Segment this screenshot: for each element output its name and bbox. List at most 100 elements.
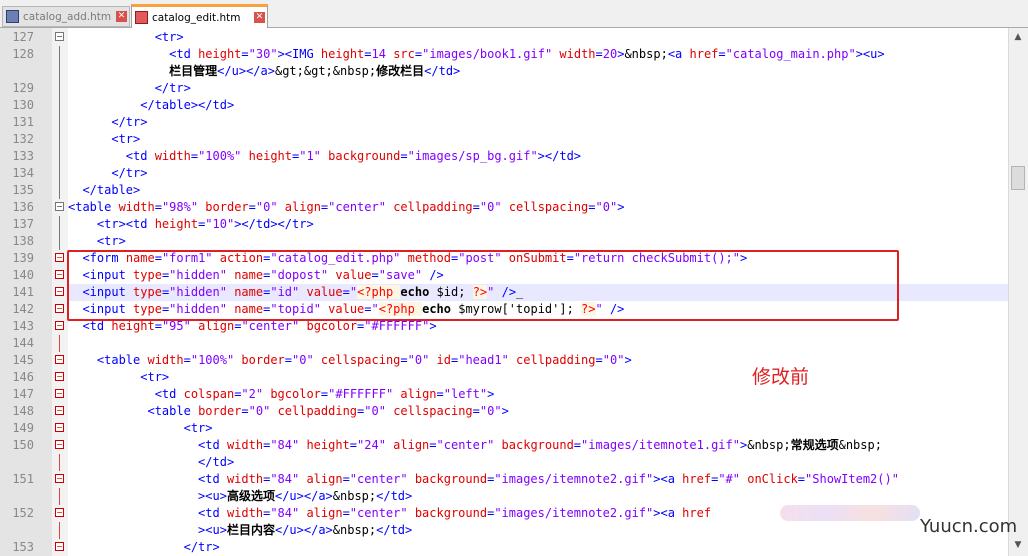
line-number: 144 — [12, 336, 34, 350]
line-number: 137 — [12, 217, 34, 231]
scroll-up-icon[interactable]: ▲ — [1011, 30, 1025, 44]
annotation-label: 修改前 — [752, 366, 810, 388]
fold-guide — [59, 131, 60, 148]
line-number: 143 — [12, 319, 34, 333]
tab-label: catalog_add.htm — [23, 10, 112, 23]
close-icon[interactable]: ✕ — [254, 12, 265, 23]
fold-toggle-icon[interactable]: − — [55, 355, 64, 364]
code-text: <table width="100%" border="0" cellspaci… — [96, 353, 632, 367]
line-number: 142 — [12, 302, 34, 316]
fold-guide — [59, 148, 60, 165]
code-text: <td width="84" height="24" align="center… — [198, 438, 882, 452]
fold-toggle-icon[interactable]: − — [55, 372, 64, 381]
fold-guide — [59, 233, 60, 250]
fold-toggle-icon[interactable]: − — [55, 253, 64, 262]
fold-guide — [59, 522, 60, 539]
line-number: 136 — [12, 200, 34, 214]
code-text: <tr> — [140, 370, 170, 384]
code-text: <tr> — [96, 234, 126, 248]
fold-guide — [59, 46, 60, 63]
line-number: 148 — [12, 404, 34, 418]
tab-catalog-edit[interactable]: catalog_edit.htm ✕ — [131, 4, 268, 28]
blurred-region — [780, 505, 920, 521]
line-number: 151 — [12, 472, 34, 486]
fold-toggle-icon[interactable]: − — [55, 304, 64, 313]
code-text: <td width="84" align="center" background… — [198, 472, 899, 486]
line-number: 150 — [12, 438, 34, 452]
close-icon[interactable]: ✕ — [116, 11, 127, 22]
scroll-down-icon[interactable]: ▼ — [1011, 538, 1025, 552]
fold-toggle-icon[interactable]: − — [55, 287, 64, 296]
line-number: 139 — [12, 251, 34, 265]
code-text: </tr> — [154, 81, 191, 95]
fold-guide — [59, 216, 60, 233]
line-number: 130 — [12, 98, 34, 112]
line-number: 153 — [12, 540, 34, 554]
code-text: </tr> — [111, 115, 148, 129]
watermark: Yuucn.com — [920, 516, 1018, 537]
fold-toggle-icon[interactable]: − — [55, 542, 64, 551]
fold-toggle-icon[interactable]: − — [55, 423, 64, 432]
code-text: <table border="0" cellpadding="0" cellsp… — [147, 404, 509, 418]
line-number: 135 — [12, 183, 34, 197]
line-number: 133 — [12, 149, 34, 163]
code-text: </table></td> — [140, 98, 235, 112]
tab-bar: catalog_add.htm ✕ catalog_edit.htm ✕ — [0, 0, 1028, 28]
code-text: <td width="84" align="center" background… — [198, 506, 712, 520]
file-saved-icon — [6, 10, 19, 23]
code-text: <tr> — [183, 421, 213, 435]
code-text: </td> — [198, 455, 235, 469]
code-text: <td width="100%" height="1" background="… — [125, 149, 582, 163]
code-text: <tr> — [111, 132, 141, 146]
fold-toggle-icon[interactable]: − — [55, 440, 64, 449]
line-number: 138 — [12, 234, 34, 248]
code-text: </tr> — [183, 540, 220, 554]
fold-toggle-icon[interactable]: − — [55, 508, 64, 517]
fold-guide — [59, 80, 60, 97]
fold-toggle-icon[interactable]: − — [55, 406, 64, 415]
file-modified-icon — [135, 11, 148, 24]
fold-guide — [59, 165, 60, 182]
fold-guide — [59, 182, 60, 199]
fold-toggle-icon[interactable]: − — [55, 270, 64, 279]
tab-label: catalog_edit.htm — [152, 11, 241, 24]
code-text: <tr> — [154, 30, 184, 44]
code-text: </tr> — [111, 166, 148, 180]
line-number: 140 — [12, 268, 34, 282]
line-number: 129 — [12, 81, 34, 95]
code-text: <td height="30"><IMG height=14 src="imag… — [169, 47, 885, 61]
fold-guide — [59, 454, 60, 471]
code-text: <tr><td height="10"></td></tr> — [96, 217, 314, 231]
line-number: 134 — [12, 166, 34, 180]
line-number: 152 — [12, 506, 34, 520]
line-number: 145 — [12, 353, 34, 367]
fold-guide — [59, 488, 60, 505]
code-text: ><u>栏目内容</u></a>&nbsp;</td> — [198, 523, 413, 537]
line-number: 147 — [12, 387, 34, 401]
line-number: 131 — [12, 115, 34, 129]
line-number: 132 — [12, 132, 34, 146]
line-number: 146 — [12, 370, 34, 384]
fold-toggle-icon[interactable]: − — [55, 202, 64, 211]
fold-guide — [59, 63, 60, 80]
code-text: <td colspan="2" bgcolor="#FFFFFF" align=… — [154, 387, 495, 401]
line-number: 127 — [12, 30, 34, 44]
code-text: </table> — [82, 183, 141, 197]
fold-guide — [59, 97, 60, 114]
vertical-scrollbar[interactable]: ▲ ▼ — [1008, 28, 1028, 556]
code-text: ><u>高级选项</u></a>&nbsp;</td> — [198, 489, 413, 503]
scrollbar-thumb[interactable] — [1011, 166, 1025, 190]
fold-toggle-icon[interactable]: − — [55, 321, 64, 330]
fold-toggle-icon[interactable]: − — [55, 32, 64, 41]
fold-toggle-icon[interactable]: − — [55, 389, 64, 398]
code-text: <table width="98%" border="0" align="cen… — [68, 200, 625, 214]
fold-guide — [59, 114, 60, 131]
fold-toggle-icon[interactable]: − — [55, 474, 64, 483]
line-number: 128 — [12, 47, 34, 61]
line-number: 149 — [12, 421, 34, 435]
code-text: 栏目管理</u></a>&gt;&gt;&nbsp;修改栏目</td> — [169, 64, 461, 78]
line-number: 141 — [12, 285, 34, 299]
tab-catalog-add[interactable]: catalog_add.htm ✕ — [2, 6, 130, 27]
annotation-box — [67, 250, 899, 321]
fold-guide — [59, 335, 60, 352]
